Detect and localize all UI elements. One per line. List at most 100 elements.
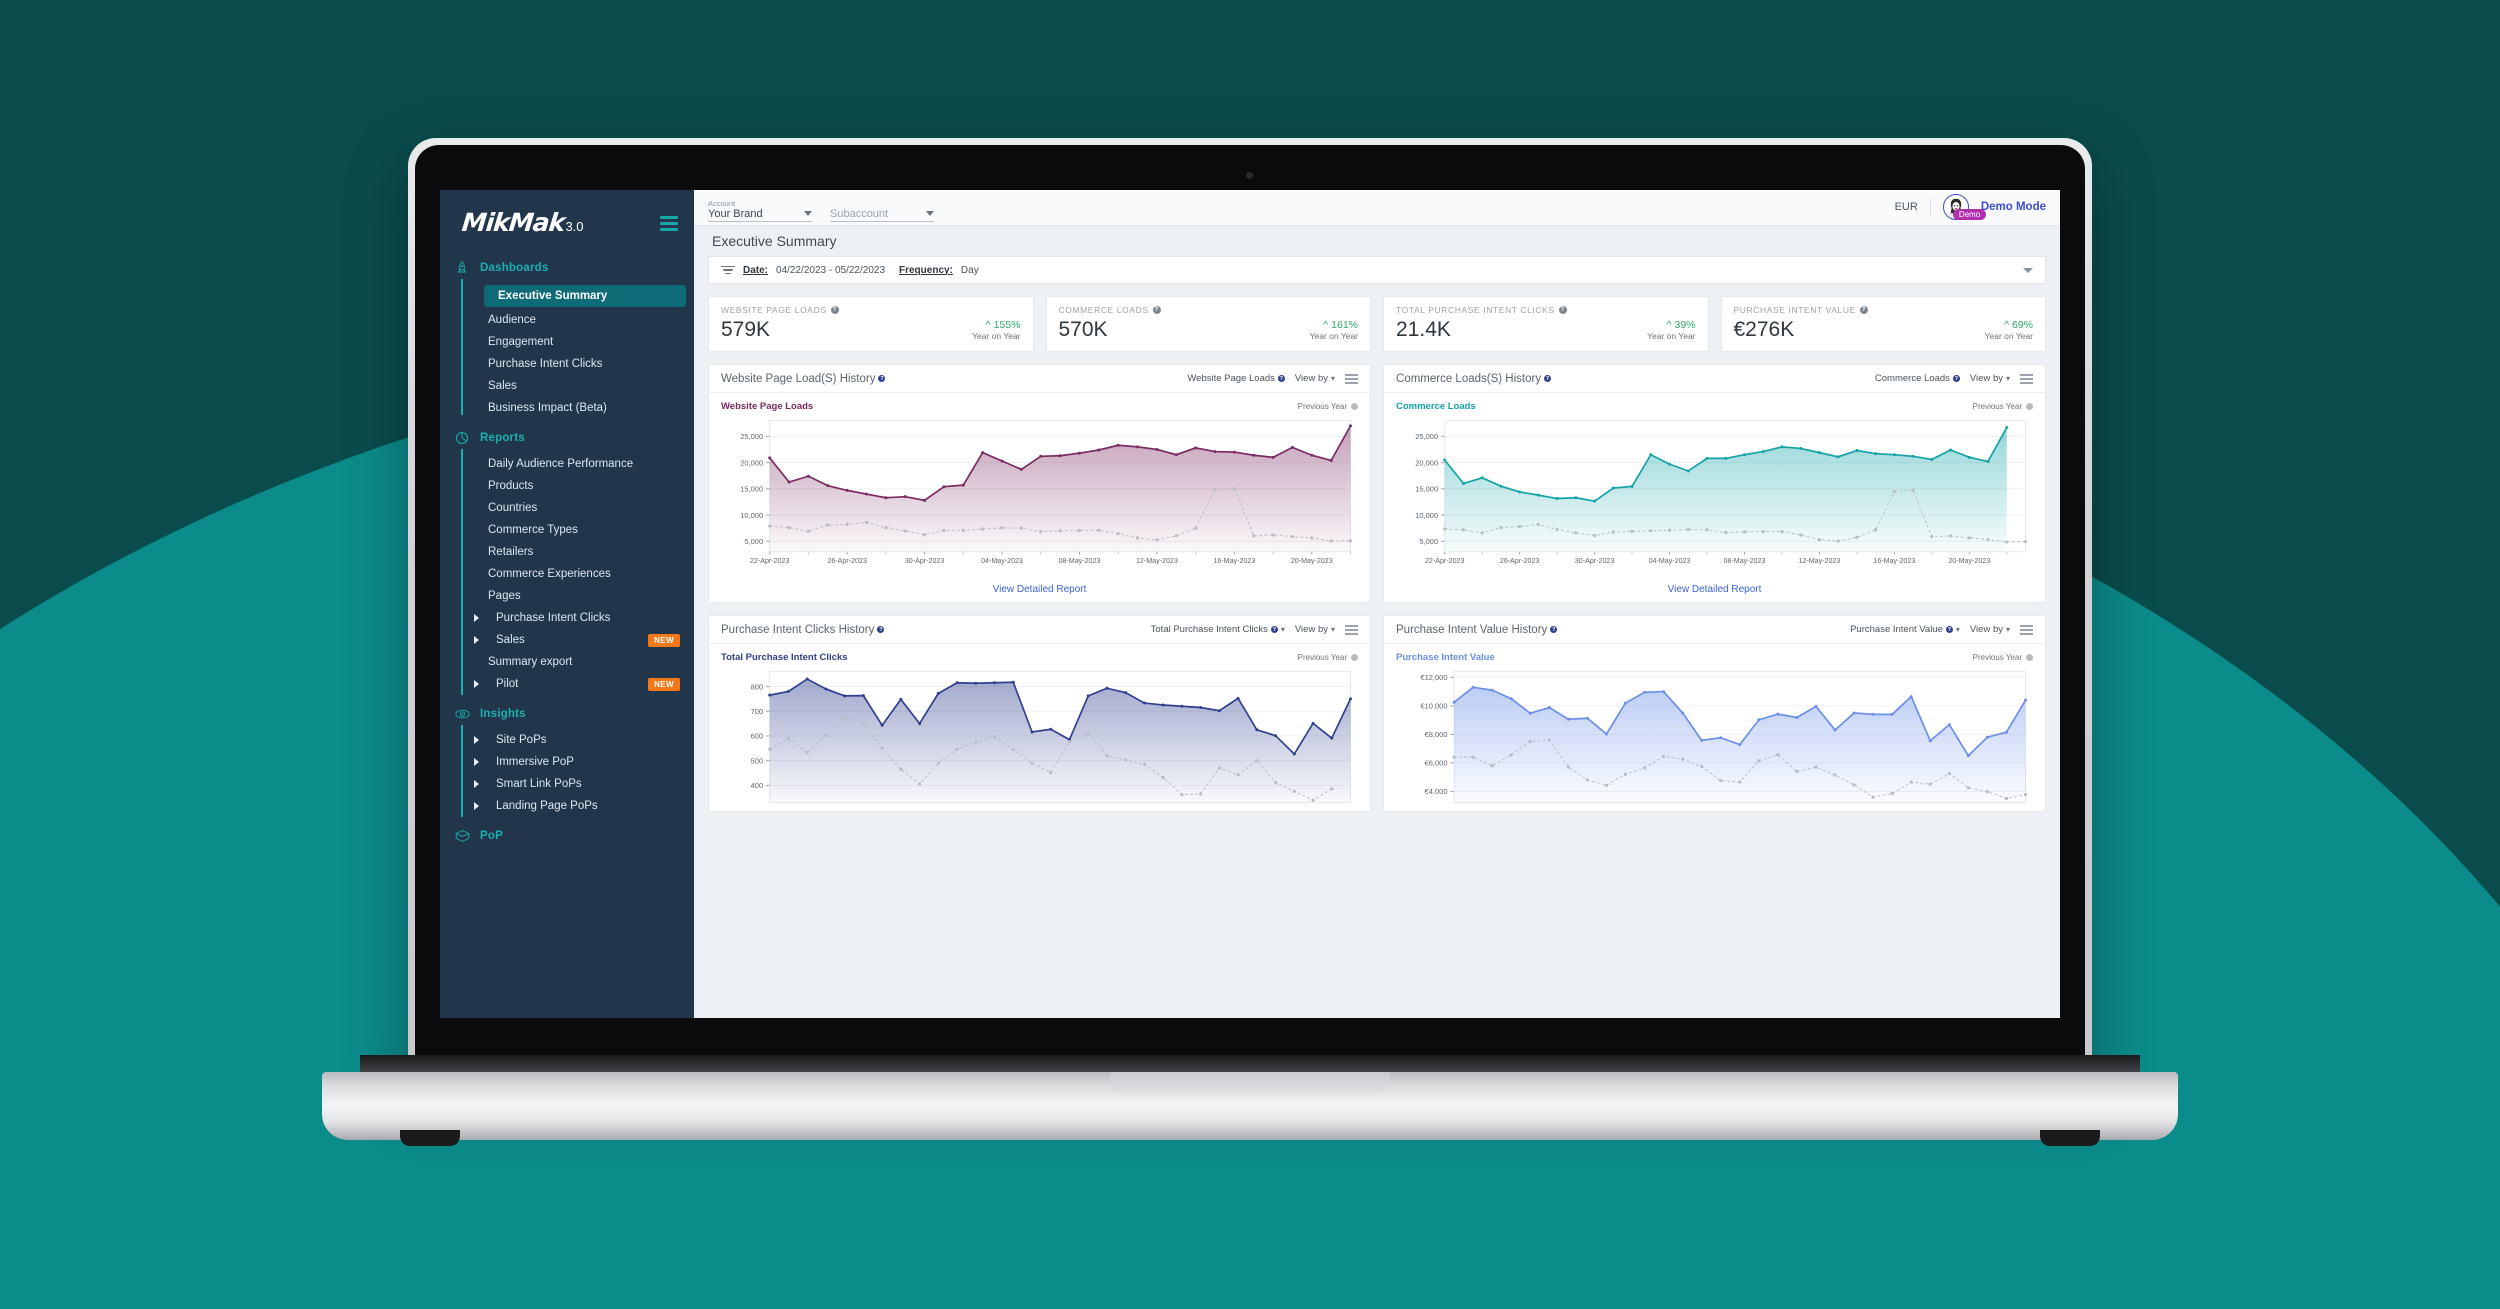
sidebar-item-purchase-intent-clicks[interactable]: Purchase Intent Clicks (440, 353, 694, 375)
sidebar-item-pilot[interactable]: Pilot NEW (440, 673, 694, 695)
metric-selector[interactable]: Commerce Loads? (1875, 373, 1960, 384)
sidebar-item-smart-link-pops[interactable]: Smart Link PoPs (440, 773, 694, 795)
sidebar-item-purchase-intent-clicks[interactable]: Purchase Intent Clicks (440, 607, 694, 629)
expand-filters-chevron-icon[interactable] (2023, 267, 2033, 273)
account-selector[interactable]: Account Your Brand (708, 199, 812, 222)
view-detailed-report-link[interactable]: View Detailed Report (709, 576, 1370, 602)
chart-title-text: Purchase Intent Value History (1396, 623, 1548, 636)
currency-label[interactable]: EUR (1895, 201, 1918, 213)
sidebar-item-label: Purchase Intent Clicks (488, 358, 603, 370)
expand-caret-icon[interactable] (474, 736, 479, 744)
chart-menu-icon[interactable] (2020, 373, 2033, 384)
help-icon[interactable]: ? (1945, 626, 1953, 634)
view-by-selector[interactable]: View by ▾ (1295, 624, 1335, 635)
view-by-selector[interactable]: View by ▾ (1970, 373, 2010, 384)
expand-caret-icon[interactable] (474, 802, 479, 810)
user-name[interactable]: Demo Mode (1981, 201, 2046, 213)
view-by-selector[interactable]: View by ▾ (1970, 624, 2010, 635)
previous-year-legend[interactable]: Previous Year (1298, 653, 1358, 662)
sidebar-group-header-reports[interactable]: Reports (440, 423, 694, 453)
sidebar-item-label: Engagement (488, 336, 554, 348)
help-icon[interactable]: ? (1550, 626, 1558, 634)
sidebar-group-pop: PoP (440, 821, 694, 851)
chart-canvas: 400 500 600 700 800 (751, 671, 1353, 804)
sidebar-item-label: Site PoPs (496, 734, 547, 746)
help-icon[interactable]: ? (878, 375, 886, 382)
sidebar-group-header-dashboards[interactable]: Dashboards (440, 253, 694, 283)
sidebar-group-header-insights[interactable]: Insights (440, 699, 694, 729)
legend-dot-icon (1351, 403, 1358, 410)
kpi-value: 579K (721, 318, 771, 341)
sidebar-item-label: Landing Page PoPs (496, 800, 598, 812)
help-icon[interactable]: ? (1558, 306, 1567, 314)
sidebar-item-pages[interactable]: Pages (440, 585, 694, 607)
sidebar-item-products[interactable]: Products (440, 475, 694, 497)
sidebar-item-commerce-experiences[interactable]: Commerce Experiences (440, 563, 694, 585)
expand-caret-icon[interactable] (474, 614, 479, 622)
expand-caret-icon[interactable] (474, 780, 479, 788)
previous-year-legend[interactable]: Previous Year (1298, 402, 1358, 411)
chart-card-body: Commerce Loads Previous Year 5,000 10,000 15… (1384, 393, 2045, 576)
sidebar-item-sales[interactable]: Sales (440, 375, 694, 397)
sidebar-item-landing-page-pops[interactable]: Landing Page PoPs (440, 795, 694, 817)
chevron-down-icon: ▾ (1955, 625, 1960, 635)
kpi-label-text: PURCHASE INTENT VALUE (1733, 305, 1856, 315)
sidebar-item-label: Purchase Intent Clicks (496, 612, 611, 624)
svg-text:€10,000: €10,000 (1420, 702, 1447, 711)
filter-bar[interactable]: Date: 04/22/2023 - 05/22/2023 Frequency:… (708, 256, 2046, 284)
help-icon[interactable]: ? (830, 306, 839, 314)
sidebar-item-retailers[interactable]: Retailers (440, 541, 694, 563)
laptop-base-lip (1110, 1072, 1390, 1094)
app-logo[interactable]: MikMak 3.0 (460, 208, 583, 237)
expand-caret-icon[interactable] (474, 636, 479, 644)
sidebar-item-site-pops[interactable]: Site PoPs (440, 729, 694, 751)
trend-up-icon: ^ (985, 319, 991, 331)
expand-caret-icon[interactable] (474, 758, 479, 766)
help-icon[interactable]: ? (1859, 306, 1868, 314)
expand-caret-icon[interactable] (474, 680, 479, 688)
chart-card-body: Purchase Intent Value Previous Year €4,000… (1384, 644, 2045, 811)
kpi-label-text: TOTAL PURCHASE INTENT CLICKS (1396, 305, 1555, 315)
sidebar-item-immersive-pop[interactable]: Immersive PoP (440, 751, 694, 773)
help-icon[interactable]: ? (1277, 375, 1285, 382)
chart-menu-icon[interactable] (1345, 373, 1358, 384)
chart-menu-icon[interactable] (2020, 624, 2033, 635)
sidebar-item-summary-export[interactable]: Summary export (440, 651, 694, 673)
sidebar-item-business-impact-beta[interactable]: Business Impact (Beta) (440, 397, 694, 419)
sidebar-group-label: Dashboards (480, 262, 549, 274)
chart-title-text: Commerce Loads(S) History (1396, 372, 1542, 385)
help-icon[interactable]: ? (1270, 626, 1278, 634)
sidebar-item-sales[interactable]: Sales NEW (440, 629, 694, 651)
chart-menu-icon[interactable] (1345, 624, 1358, 635)
subaccount-selector[interactable]: Subaccount (830, 199, 934, 222)
view-detailed-report-link[interactable]: View Detailed Report (1384, 576, 2045, 602)
sidebar-item-executive-summary[interactable]: Executive Summary (484, 285, 686, 307)
frequency-filter-key: Frequency: (899, 264, 953, 276)
help-icon[interactable]: ? (1952, 375, 1960, 382)
chart-card-title: Purchase Intent Clicks History? (721, 624, 885, 636)
sidebar-item-countries[interactable]: Countries (440, 497, 694, 519)
laptop-camera (1246, 172, 1253, 179)
metric-selector[interactable]: Website Page Loads? (1187, 373, 1285, 384)
kpi-label: PURCHASE INTENT VALUE? (1734, 305, 2034, 315)
svg-text:20-May-2023: 20-May-2023 (1948, 557, 1990, 565)
sidebar-item-engagement[interactable]: Engagement (440, 331, 694, 353)
avatar[interactable]: Demo (1942, 194, 1987, 220)
metric-selector[interactable]: Purchase Intent Value? ▾ (1850, 624, 1960, 635)
help-icon[interactable]: ? (877, 626, 885, 634)
chart-card-header: Purchase Intent Clicks History? Total Pur… (709, 616, 1370, 645)
help-icon[interactable]: ? (1152, 306, 1161, 314)
previous-year-legend[interactable]: Previous Year (1973, 402, 2033, 411)
kpi-delta-note: Year on Year (1984, 331, 2033, 341)
kpi-value: 570K (1058, 318, 1108, 341)
sidebar-item-commerce-types[interactable]: Commerce Types (440, 519, 694, 541)
previous-year-legend[interactable]: Previous Year (1973, 653, 2033, 662)
sidebar-item-audience[interactable]: Audience (440, 309, 694, 331)
view-by-selector[interactable]: View by ▾ (1295, 373, 1335, 384)
help-icon[interactable]: ? (1544, 375, 1552, 382)
sidebar-group-header-pop[interactable]: PoP (440, 821, 694, 851)
hamburger-menu-icon[interactable] (660, 216, 678, 231)
sidebar-item-daily-audience-performance[interactable]: Daily Audience Performance (440, 453, 694, 475)
kpi-label: WEBSITE PAGE LOADS? (721, 305, 1021, 315)
metric-selector[interactable]: Total Purchase Intent Clicks? ▾ (1151, 624, 1285, 635)
